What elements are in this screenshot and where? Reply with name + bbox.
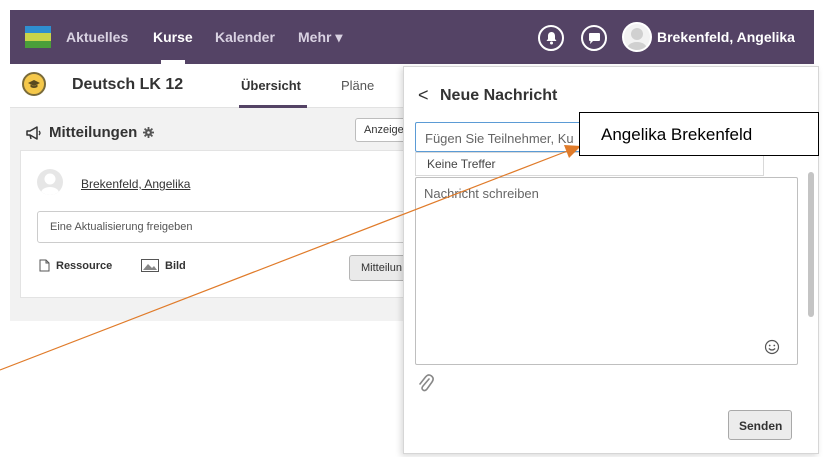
paperclip-icon[interactable]: [418, 373, 434, 393]
image-label: Bild: [165, 259, 186, 272]
user-name[interactable]: Brekenfeld, Angelika: [657, 29, 795, 45]
screen: Aktuelles Kurse Kalender Mehr ▾ Brekenfe…: [0, 0, 824, 457]
messages-button[interactable]: [581, 25, 607, 51]
active-tab-indicator: [239, 105, 307, 108]
no-results-text: Keine Treffer: [427, 157, 496, 171]
message-textarea[interactable]: Nachricht schreiben: [415, 177, 798, 365]
nav-item-kurse[interactable]: Kurse: [153, 29, 193, 45]
author-name-link[interactable]: Brekenfeld, Angelika: [81, 177, 190, 191]
tab-uebersicht[interactable]: Übersicht: [241, 78, 301, 93]
notifications-button[interactable]: [538, 25, 564, 51]
message-placeholder: Nachricht schreiben: [424, 186, 539, 201]
resource-label: Ressource: [56, 259, 113, 272]
bell-icon: [546, 32, 556, 45]
updates-heading: Mitteilungen: [26, 124, 155, 141]
resource-button[interactable]: Ressource: [39, 259, 112, 272]
file-icon: [39, 259, 50, 272]
person-icon: [41, 173, 59, 195]
recipient-input[interactable]: Fügen Sie Teilnehmer, Ku: [415, 122, 585, 152]
author-avatar: [37, 169, 63, 195]
image-icon: [141, 259, 159, 272]
course-page: Deutsch LK 12 Übersicht Pläne Mitteilung…: [10, 64, 419, 321]
top-navigation-bar: Aktuelles Kurse Kalender Mehr ▾ Brekenfe…: [10, 10, 814, 64]
post-composer-card: Brekenfeld, Angelika Eine Aktualisierung…: [20, 150, 419, 298]
course-header: Deutsch LK 12 Übersicht Pläne: [10, 64, 404, 108]
megaphone-icon: [26, 125, 41, 140]
back-arrow-icon[interactable]: <: [418, 85, 429, 106]
image-button[interactable]: Bild: [141, 259, 186, 272]
scrollbar[interactable]: [808, 172, 814, 317]
person-icon: [627, 28, 647, 50]
course-title: Deutsch LK 12: [72, 76, 184, 93]
nav-item-aktuelles[interactable]: Aktuelles: [66, 29, 128, 45]
gear-icon[interactable]: [143, 127, 155, 138]
graduation-cap-icon: [22, 72, 46, 96]
nav-item-mehr[interactable]: Mehr ▾: [298, 29, 342, 46]
user-avatar[interactable]: [622, 22, 652, 52]
updates-title: Mitteilungen: [49, 124, 138, 141]
emoji-icon[interactable]: [764, 339, 780, 355]
app-logo[interactable]: [25, 26, 51, 48]
nav-item-kalender[interactable]: Kalender: [215, 29, 275, 45]
panel-title: Neue Nachricht: [440, 87, 558, 104]
annotation-callout: Angelika Brekenfeld: [579, 112, 819, 156]
share-update-input[interactable]: Eine Aktualisierung freigeben: [37, 211, 417, 243]
send-button[interactable]: Senden: [728, 410, 792, 440]
tab-plaene[interactable]: Pläne: [341, 78, 374, 93]
chat-bubble-icon: [588, 32, 600, 44]
